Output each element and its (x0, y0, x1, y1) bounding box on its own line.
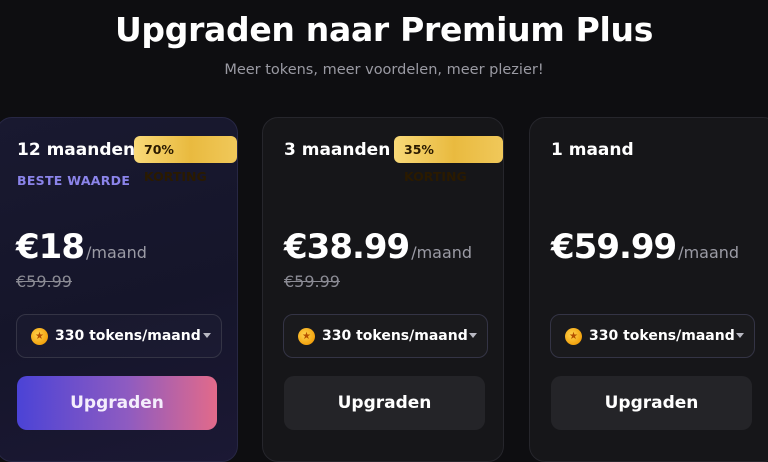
coin-icon: ★ (565, 327, 582, 345)
original-price: €59.99 (284, 272, 340, 291)
plan-price: €59.99 (551, 227, 677, 267)
price-row: €18 /maand (16, 227, 147, 267)
plan-price: €38.99 (284, 227, 410, 267)
discount-badge: 35% KORTING (394, 136, 503, 184)
plan-card-1-month: 1 maand €59.99 /maand ★ 330 tokens/maand… (529, 117, 768, 462)
plan-period: 12 maanden (17, 140, 136, 160)
price-row: €59.99 /maand (551, 227, 739, 267)
upgrade-button[interactable]: Upgraden (284, 376, 485, 430)
chevron-down-icon (203, 333, 211, 338)
price-period: /maand (411, 243, 473, 262)
chevron-down-icon (736, 333, 744, 338)
price-period: /maand (678, 243, 740, 262)
plan-period: 1 maand (551, 140, 634, 160)
tokens-select-value: 330 tokens/maand (322, 328, 468, 344)
price-period: /maand (85, 243, 147, 262)
tokens-select[interactable]: ★ 330 tokens/maand (550, 314, 755, 358)
upgrade-button[interactable]: Upgraden (17, 376, 217, 430)
discount-badge: 70% KORTING (134, 136, 237, 184)
page-subtitle: Meer tokens, meer voordelen, meer plezie… (224, 62, 544, 78)
plan-period: 3 maanden (284, 140, 391, 160)
upgrade-button[interactable]: Upgraden (551, 376, 752, 430)
coin-icon: ★ (298, 327, 315, 345)
original-price: €59.99 (16, 272, 72, 291)
price-row: €38.99 /maand (284, 227, 472, 267)
upgrade-page: Upgraden naar Premium Plus Meer tokens, … (0, 0, 768, 462)
coin-icon: ★ (31, 327, 48, 345)
tokens-select-value: 330 tokens/maand (589, 328, 735, 344)
plan-card-3-months: 3 maanden 35% KORTING €38.99 /maand €59.… (262, 117, 504, 462)
page-title: Upgraden naar Premium Plus (114, 10, 654, 49)
tokens-select[interactable]: ★ 330 tokens/maand (16, 314, 222, 358)
plan-card-12-months: 12 maanden 70% KORTING BESTE WAARDE €18 … (0, 117, 238, 462)
best-value-label: BESTE WAARDE (17, 173, 131, 188)
plan-price: €18 (16, 227, 85, 267)
tokens-select-value: 330 tokens/maand (55, 328, 201, 344)
chevron-down-icon (469, 333, 477, 338)
tokens-select[interactable]: ★ 330 tokens/maand (283, 314, 488, 358)
